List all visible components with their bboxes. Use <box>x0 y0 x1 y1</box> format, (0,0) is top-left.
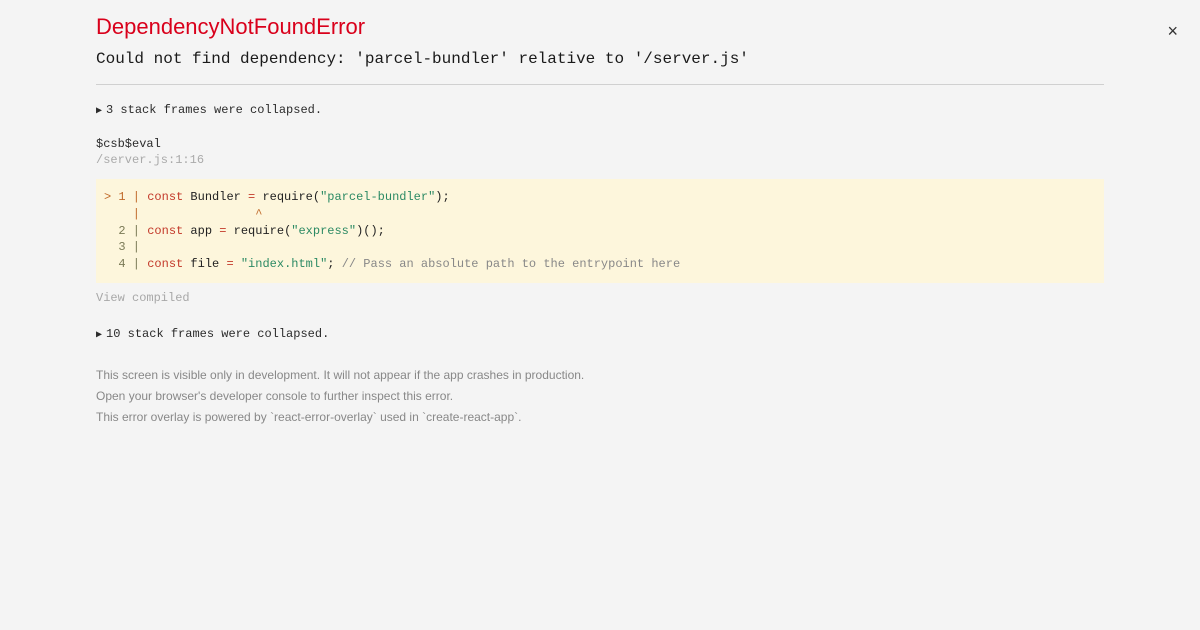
code-string: "index.html" <box>241 257 327 271</box>
close-button[interactable]: × <box>1163 18 1182 44</box>
code-caret-line: | ^ <box>104 207 262 221</box>
stack-frame-location: /server.js:1:16 <box>96 153 1104 167</box>
error-title: DependencyNotFoundError <box>96 14 1104 40</box>
collapsed-frames-top[interactable]: ▶ 3 stack frames were collapsed. <box>96 103 1104 117</box>
code-text: ; <box>327 257 341 271</box>
code-text: )(); <box>356 224 385 238</box>
code-keyword: const <box>147 257 183 271</box>
code-gutter: 4 | <box>104 257 147 271</box>
code-keyword: const <box>147 224 183 238</box>
code-text: app <box>183 224 219 238</box>
code-text: ); <box>435 190 449 204</box>
footer-line: Open your browser's developer console to… <box>96 388 1104 405</box>
view-compiled-link[interactable]: View compiled <box>96 291 1104 305</box>
code-text <box>234 257 241 271</box>
error-message: Could not find dependency: 'parcel-bundl… <box>96 50 1104 68</box>
collapsed-frames-bottom[interactable]: ▶ 10 stack frames were collapsed. <box>96 327 1104 341</box>
code-string: "express" <box>291 224 356 238</box>
disclosure-icon: ▶ <box>96 329 102 341</box>
footer-info: This screen is visible only in developme… <box>96 367 1104 425</box>
code-text: file <box>183 257 226 271</box>
collapsed-frames-top-label: 3 stack frames were collapsed. <box>106 103 322 117</box>
footer-line: This error overlay is powered by `react-… <box>96 409 1104 426</box>
code-text: Bundler <box>183 190 248 204</box>
divider <box>96 84 1104 85</box>
code-operator: = <box>226 257 233 271</box>
code-string: "parcel-bundler" <box>320 190 435 204</box>
code-text: require( <box>226 224 291 238</box>
code-keyword: const <box>147 190 183 204</box>
code-snippet: > 1 | const Bundler = require("parcel-bu… <box>96 179 1104 283</box>
disclosure-icon: ▶ <box>96 105 102 117</box>
stack-frame-function: $csb$eval <box>96 137 1104 151</box>
code-text: require( <box>255 190 320 204</box>
code-gutter: > 1 | <box>104 190 147 204</box>
code-gutter: 2 | <box>104 224 147 238</box>
collapsed-frames-bottom-label: 10 stack frames were collapsed. <box>106 327 329 341</box>
code-gutter: 3 | <box>104 240 147 254</box>
footer-line: This screen is visible only in developme… <box>96 367 1104 384</box>
error-overlay: DependencyNotFoundError Could not find d… <box>0 0 1200 469</box>
code-comment: // Pass an absolute path to the entrypoi… <box>342 257 680 271</box>
